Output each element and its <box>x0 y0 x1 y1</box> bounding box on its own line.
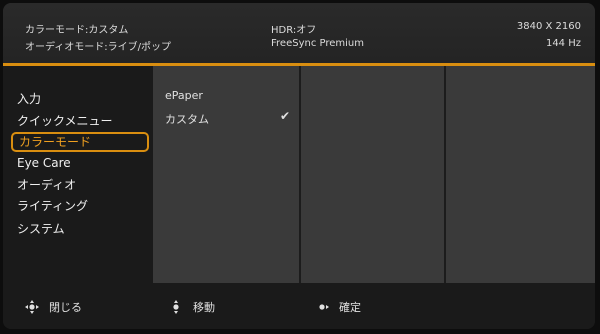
joystick-icon <box>319 304 329 310</box>
joystick-icon <box>25 300 39 314</box>
audio-mode-status: オーディオモード:ライブ/ポップ <box>25 42 172 53</box>
move-hint[interactable]: 移動 <box>169 299 215 315</box>
menu-item-system[interactable]: システム <box>11 219 149 239</box>
joystick-icon <box>173 300 179 314</box>
footer-bar <box>3 283 595 329</box>
menu-item-lighting[interactable]: ライティング <box>11 196 149 216</box>
color-mode-status: カラーモード:カスタム <box>25 25 129 36</box>
submenu-column-3 <box>446 66 595 283</box>
refresh-rate-status: 144 Hz <box>545 38 581 49</box>
menu-item-input[interactable]: 入力 <box>11 89 149 109</box>
submenu-column-2 <box>301 66 444 283</box>
osd-panel: カラーモード:カスタム オーディオモード:ライブ/ポップ HDR:オフ Free… <box>3 3 595 329</box>
menu-item-color-mode[interactable]: カラーモード <box>11 132 149 152</box>
confirm-hint[interactable]: 確定 <box>315 299 361 315</box>
close-hint[interactable]: 閉じる <box>25 299 82 315</box>
freesync-status: FreeSync Premium <box>271 38 364 49</box>
confirm-label: 確定 <box>339 301 361 314</box>
status-header: カラーモード:カスタム オーディオモード:ライブ/ポップ HDR:オフ Free… <box>3 3 595 63</box>
submenu-item-epaper[interactable]: ePaper <box>165 89 203 102</box>
submenu-item-custom[interactable]: カスタム <box>165 111 209 127</box>
move-label: 移動 <box>193 301 215 314</box>
menu-item-audio[interactable]: オーディオ <box>11 175 149 195</box>
hdr-status: HDR:オフ <box>271 25 317 36</box>
close-label: 閉じる <box>49 301 82 314</box>
menu-item-eye-care[interactable]: Eye Care <box>11 153 149 173</box>
menu-item-quick-menu[interactable]: クイックメニュー <box>11 111 149 131</box>
resolution-status: 3840 X 2160 <box>516 21 581 32</box>
check-icon: ✔ <box>280 109 291 123</box>
